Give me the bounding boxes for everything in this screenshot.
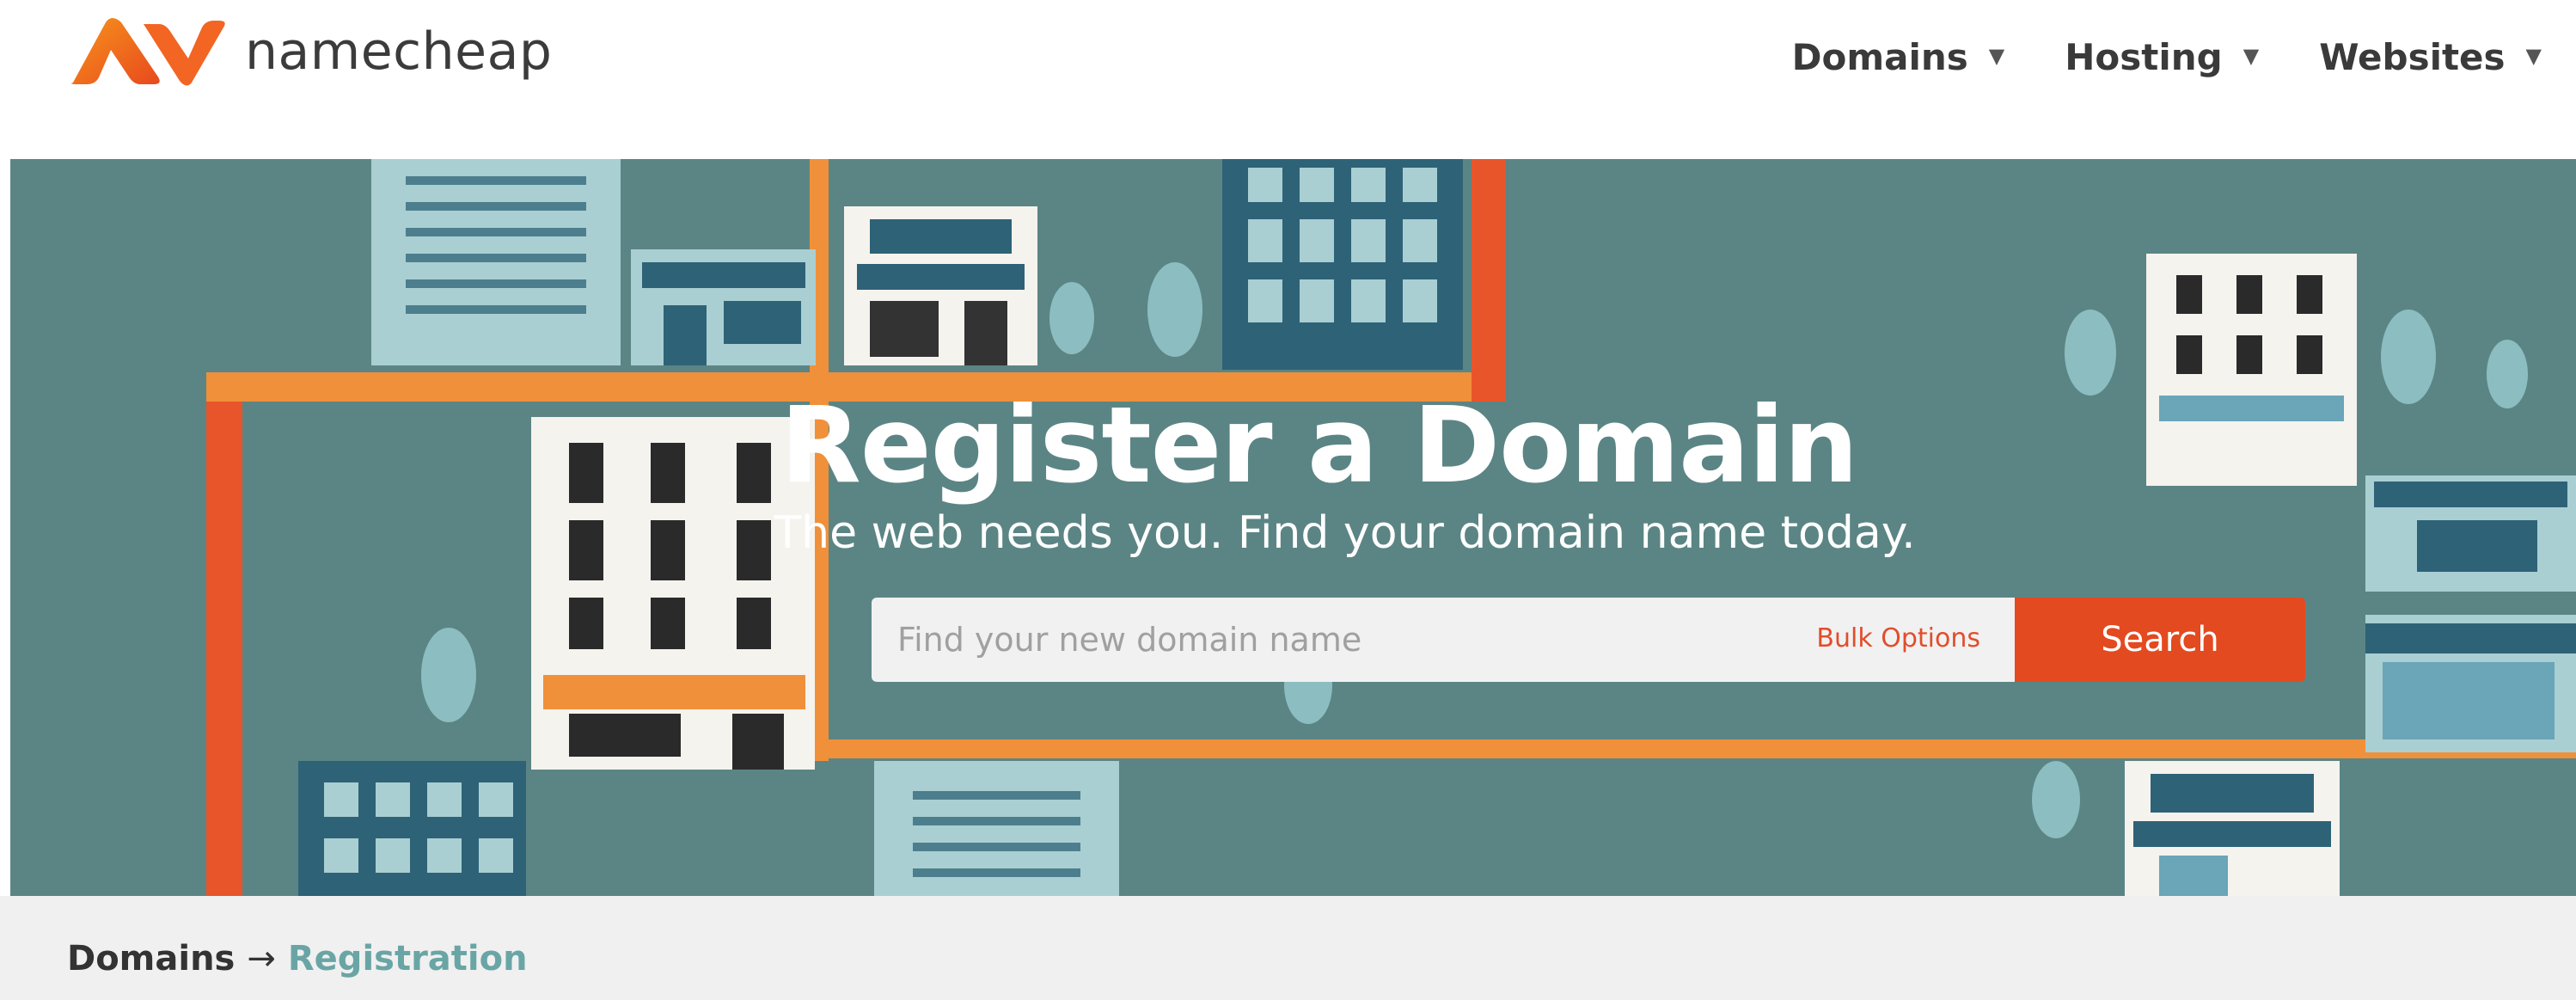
breadcrumb-domains-link[interactable]: Domains <box>67 939 235 979</box>
chevron-down-icon: ▼ <box>2525 43 2542 68</box>
nav-hosting-label: Hosting <box>2065 36 2223 78</box>
hero-title: Register a Domain <box>780 384 1858 506</box>
main-nav: Domains ▼ Hosting ▼ Websites ▼ <box>1732 36 2542 78</box>
chevron-down-icon: ▼ <box>1988 43 2005 68</box>
bulk-options-link[interactable]: Bulk Options <box>1816 623 1980 653</box>
search-button[interactable]: Search <box>2015 598 2305 682</box>
breadcrumb-bar: Domains → Registration <box>0 896 2576 1000</box>
nav-domains[interactable]: Domains ▼ <box>1792 36 2005 78</box>
chevron-down-icon: ▼ <box>2243 43 2260 68</box>
breadcrumb-current: Registration <box>287 939 528 979</box>
nav-domains-label: Domains <box>1791 36 1968 78</box>
namecheap-logo-icon <box>71 18 225 86</box>
site-header: namecheap Domains ▼ Hosting ▼ Websites ▼ <box>0 0 2576 159</box>
nav-websites[interactable]: Websites ▼ <box>2319 36 2542 78</box>
brand-name: namecheap <box>245 21 553 82</box>
domain-search-bar: Bulk Options Search <box>872 598 2305 682</box>
hero-subtitle: The web needs you. Find your domain name… <box>774 507 1916 559</box>
hero-banner: Register a Domain The web needs you. Fin… <box>10 159 2576 896</box>
nav-websites-label: Websites <box>2319 36 2506 78</box>
nav-hosting[interactable]: Hosting ▼ <box>2065 36 2259 78</box>
search-box: Bulk Options <box>872 598 2015 682</box>
logo[interactable]: namecheap <box>64 15 552 88</box>
breadcrumb: Domains → Registration <box>67 939 528 979</box>
breadcrumb-arrow-icon: → <box>247 939 276 979</box>
